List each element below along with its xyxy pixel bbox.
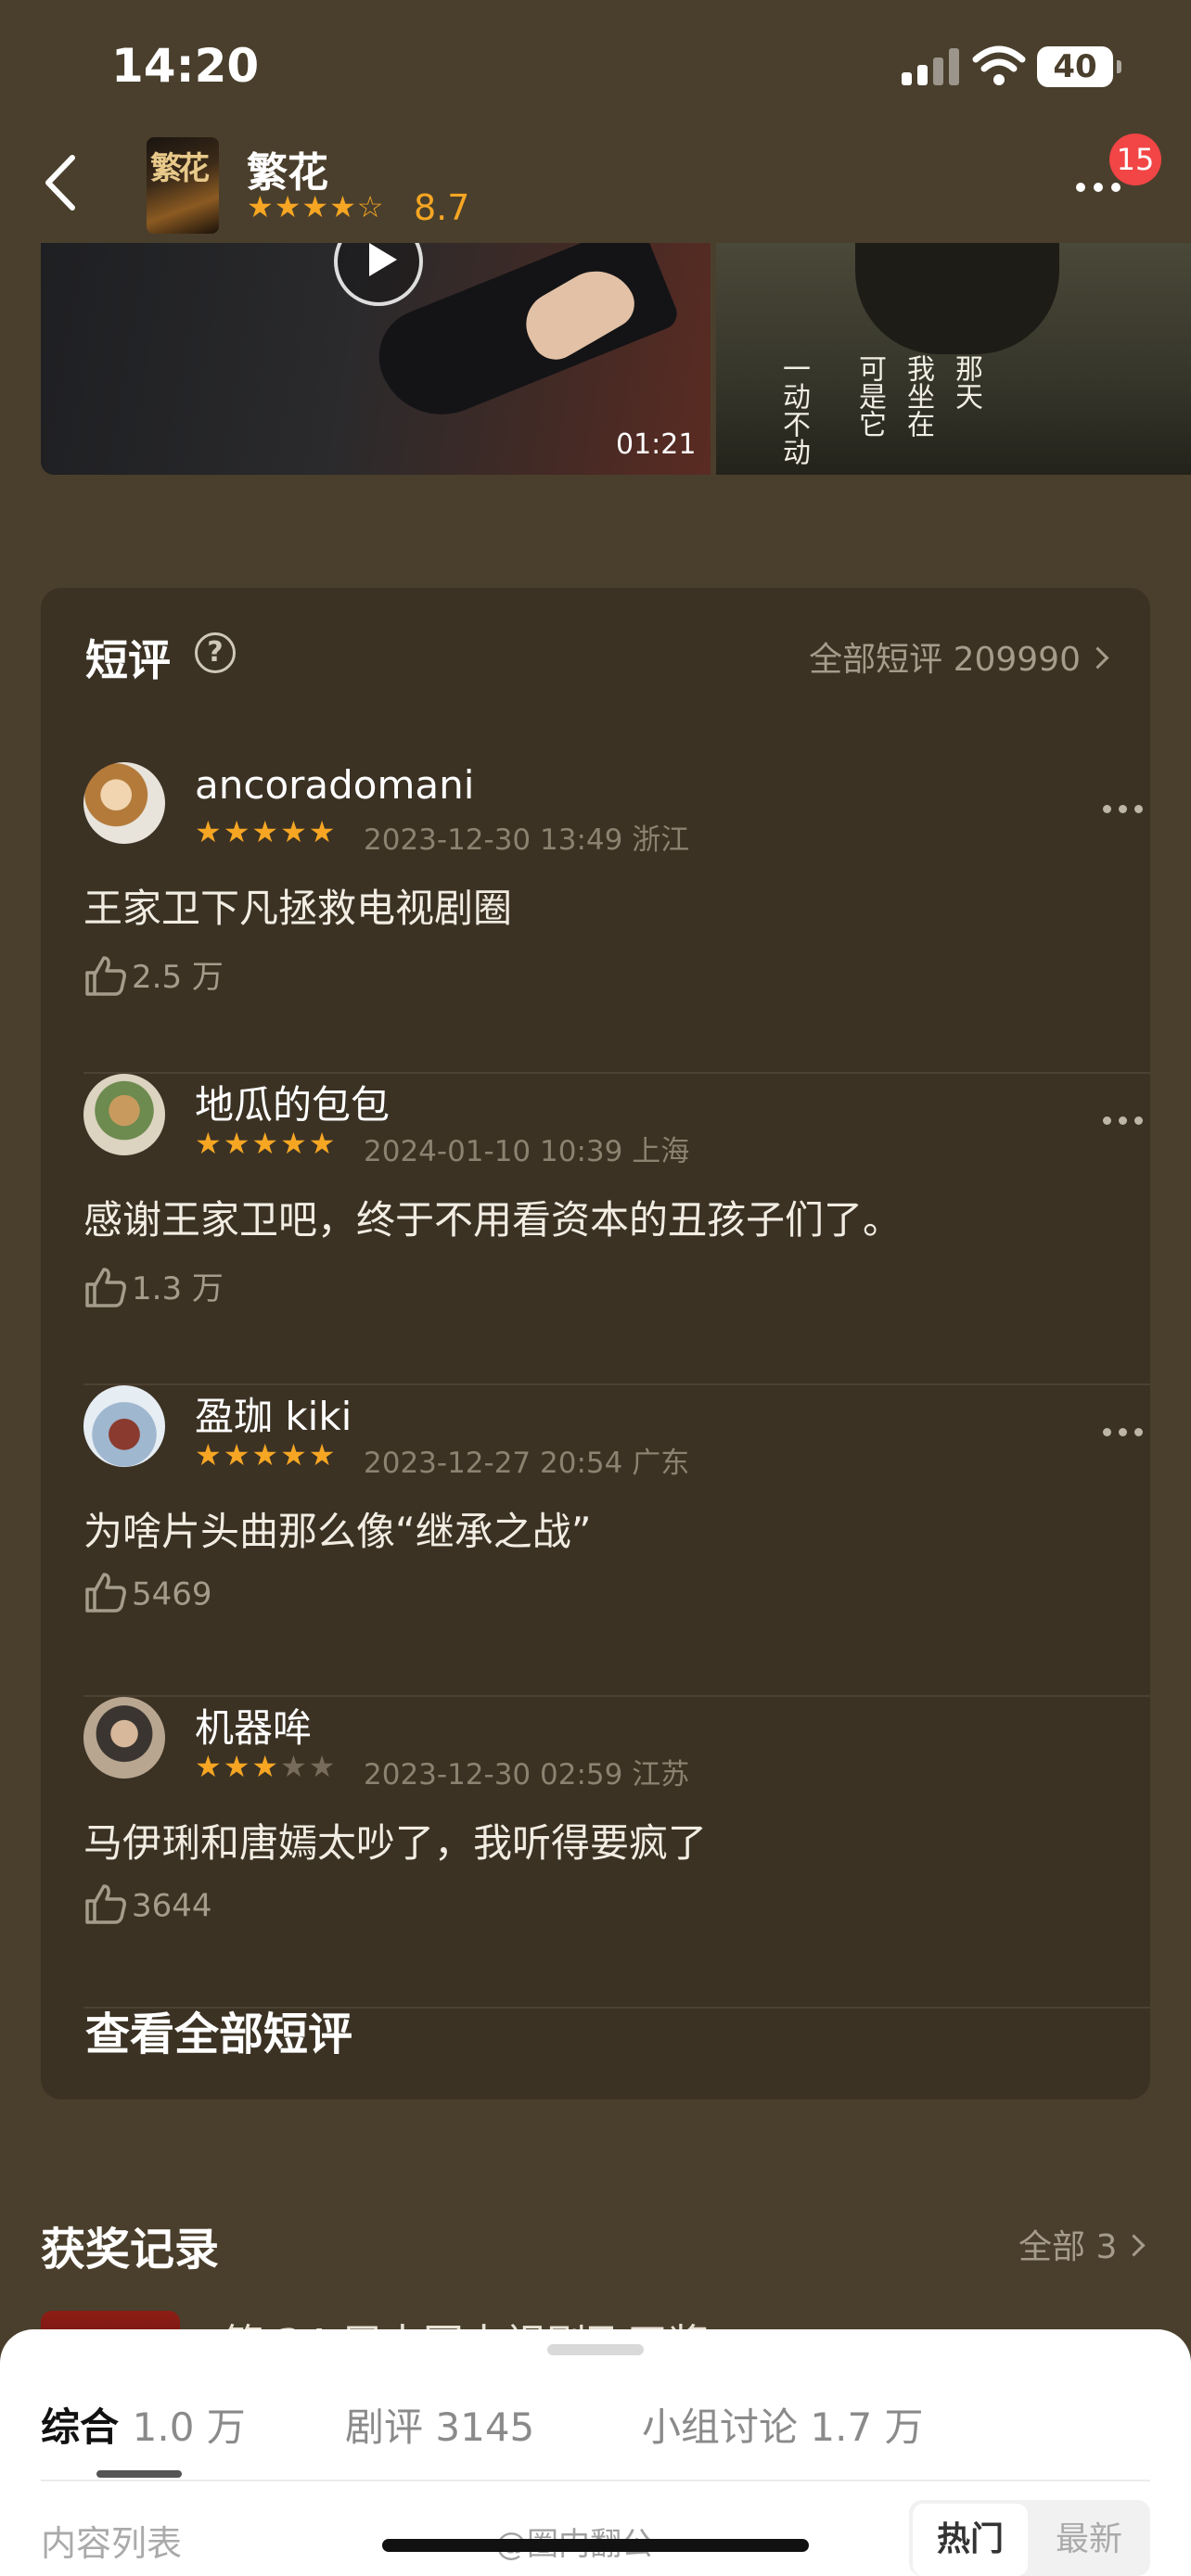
poem-column: 一动不动 bbox=[777, 354, 810, 465]
like-count: 3644 bbox=[132, 1887, 212, 1925]
review-item: ancoradomani ★★★★★ 2023-12-30 13:49 浙江 王… bbox=[83, 762, 1150, 1074]
poem-column: 那天 bbox=[950, 354, 982, 410]
sheet-grabber[interactable] bbox=[547, 2344, 644, 2355]
like-count: 1.3 万 bbox=[132, 1270, 224, 1307]
nav-header: 繁花 繁花 ★★★★☆ 8.7 15 bbox=[0, 130, 1191, 241]
poster-title-art: 繁花 bbox=[150, 150, 210, 187]
review-stars: ★★★★★ bbox=[195, 1126, 338, 1161]
like-count: 2.5 万 bbox=[132, 959, 224, 996]
review-meta: 2023-12-30 02:59 江苏 bbox=[364, 1758, 690, 1792]
review-item: 盈珈 kiki ★★★★★ 2023-12-27 20:54 广东 为啥片头曲那… bbox=[83, 1385, 1150, 1697]
like-button[interactable]: 1.3 万 bbox=[83, 1263, 224, 1312]
review-username[interactable]: 盈珈 kiki bbox=[195, 1385, 352, 1442]
short-reviews-title: 短评 bbox=[85, 635, 171, 685]
like-button[interactable]: 2.5 万 bbox=[83, 951, 224, 1001]
wifi-icon bbox=[972, 45, 1026, 85]
battery-icon: 40 bbox=[1037, 46, 1121, 87]
thumbs-up-icon bbox=[85, 955, 126, 996]
notification-badge: 15 bbox=[1109, 134, 1161, 185]
poem-column: 可是它 bbox=[853, 354, 886, 438]
review-username[interactable]: ancoradomani bbox=[195, 762, 474, 808]
divider bbox=[41, 2480, 1150, 2481]
review-text[interactable]: 王家卫下凡拯救电视剧圈 bbox=[83, 877, 512, 934]
rating-score: 8.7 bbox=[414, 187, 470, 228]
review-stars: ★★★★★ bbox=[195, 1749, 338, 1784]
tab-reviews[interactable]: 剧评 3145 bbox=[345, 2396, 534, 2453]
review-meta: 2023-12-30 13:49 浙江 bbox=[364, 823, 690, 857]
review-meta: 2023-12-27 20:54 广东 bbox=[364, 1447, 690, 1480]
user-avatar[interactable] bbox=[83, 1074, 165, 1155]
awards-title: 获奖记录 bbox=[41, 2224, 220, 2276]
thumbs-up-icon bbox=[85, 1267, 126, 1307]
user-avatar[interactable] bbox=[83, 1697, 165, 1779]
all-short-reviews-link[interactable]: 全部短评 209990 bbox=[809, 632, 1109, 681]
image-scene-figure bbox=[855, 243, 1059, 354]
like-button[interactable]: 5469 bbox=[83, 1573, 212, 1617]
video-duration: 01:21 bbox=[616, 428, 697, 461]
tab-overview[interactable]: 综合 1.0 万 bbox=[41, 2396, 246, 2453]
video-thumbnail[interactable]: 01:21 bbox=[41, 243, 711, 475]
review-text[interactable]: 感谢王家卫吧，终于不用看资本的丑孩子们了。 bbox=[83, 1189, 902, 1245]
poem-column: 我坐在 bbox=[902, 354, 934, 438]
active-tab-indicator bbox=[96, 2470, 182, 2478]
status-time: 14:20 bbox=[111, 39, 260, 93]
review-more-icon[interactable] bbox=[1103, 1111, 1150, 1129]
thumbs-up-icon bbox=[85, 1573, 126, 1613]
cellular-signal-icon bbox=[902, 48, 959, 85]
tab-group-discussion[interactable]: 小组讨论 1.7 万 bbox=[642, 2396, 924, 2453]
like-count: 5469 bbox=[132, 1575, 212, 1613]
review-username[interactable]: 地瓜的包包 bbox=[195, 1074, 390, 1130]
review-stars: ★★★★★ bbox=[195, 1437, 338, 1473]
all-short-reviews-label: 全部短评 209990 bbox=[809, 641, 1081, 679]
review-more-icon[interactable] bbox=[1103, 1422, 1150, 1440]
chevron-right-icon bbox=[1122, 2233, 1146, 2257]
view-all-short-reviews-button[interactable]: 查看全部短评 bbox=[85, 1997, 352, 2062]
back-arrow-icon[interactable] bbox=[37, 150, 93, 215]
sort-toggle: 热门 最新 bbox=[909, 2500, 1150, 2576]
user-avatar[interactable] bbox=[83, 1385, 165, 1467]
home-indicator[interactable] bbox=[382, 2539, 809, 2552]
show-poster-thumbnail[interactable]: 繁花 bbox=[147, 137, 219, 234]
help-icon[interactable]: ? bbox=[195, 632, 236, 673]
short-reviews-card: 短评 ? 全部短评 209990 ancoradomani ★★★★★ 2023… bbox=[41, 588, 1150, 2099]
user-avatar[interactable] bbox=[83, 762, 165, 844]
review-meta: 2024-01-10 10:39 上海 bbox=[364, 1135, 690, 1168]
all-awards-label: 全部 3 bbox=[1018, 2228, 1118, 2266]
review-item: 地瓜的包包 ★★★★★ 2024-01-10 10:39 上海 感谢王家卫吧，终… bbox=[83, 1074, 1150, 1385]
image-thumbnail[interactable]: 那天 我坐在 可是它 一动不动 bbox=[716, 243, 1191, 475]
all-awards-link[interactable]: 全部 3 bbox=[1018, 2220, 1146, 2268]
content-list-label: 内容列表 bbox=[41, 2523, 183, 2564]
review-text[interactable]: 马伊琍和唐嫣太吵了，我听得要疯了 bbox=[83, 1812, 707, 1868]
chevron-right-icon bbox=[1086, 645, 1109, 670]
thumbs-up-icon bbox=[85, 1884, 126, 1924]
play-icon[interactable] bbox=[334, 243, 423, 306]
sort-newest-button[interactable]: 最新 bbox=[1031, 2504, 1146, 2576]
rating-stars: ★★★★☆ bbox=[247, 189, 385, 224]
review-more-icon[interactable] bbox=[1103, 799, 1150, 817]
review-item: 机器哞 ★★★★★ 2023-12-30 02:59 江苏 马伊琍和唐嫣太吵了，… bbox=[83, 1697, 1150, 2009]
sort-hot-button[interactable]: 热门 bbox=[913, 2504, 1028, 2576]
review-username[interactable]: 机器哞 bbox=[195, 1697, 312, 1753]
review-stars: ★★★★★ bbox=[195, 814, 338, 849]
review-text[interactable]: 为啥片头曲那么像“继承之战” bbox=[83, 1500, 592, 1557]
like-button[interactable]: 3644 bbox=[83, 1884, 212, 1929]
